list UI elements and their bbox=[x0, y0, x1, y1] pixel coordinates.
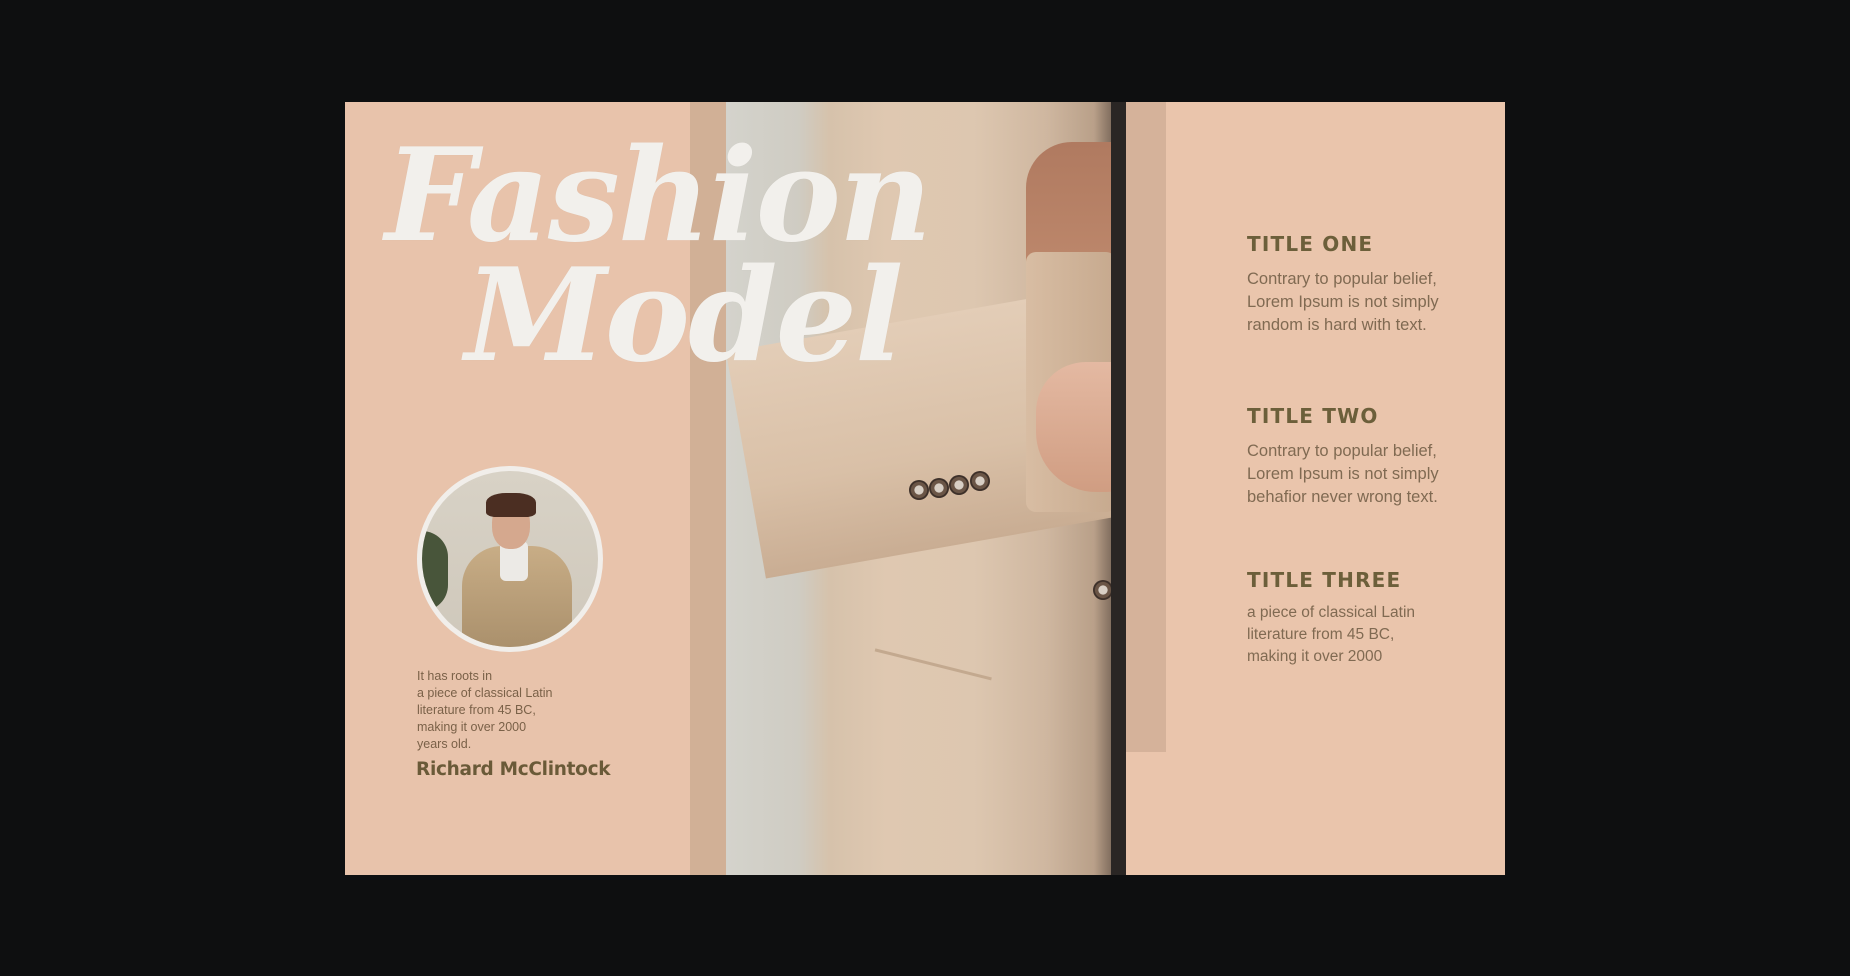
section-body: Contrary to popular belief, Lorem Ipsum … bbox=[1247, 268, 1467, 337]
coat-button bbox=[949, 475, 969, 495]
hair-shape bbox=[486, 493, 536, 517]
section-line: literature from 45 BC, bbox=[1247, 626, 1395, 643]
section-line: behafior never wrong text. bbox=[1247, 488, 1438, 506]
coat-button bbox=[1093, 580, 1113, 600]
coat-button bbox=[929, 478, 949, 498]
section-line: Lorem Ipsum is not simply bbox=[1247, 293, 1439, 311]
bio-line: a piece of classical Latin bbox=[417, 686, 553, 700]
section-line: making it over 2000 bbox=[1247, 648, 1383, 665]
avatar bbox=[417, 466, 603, 652]
bio-line: It has roots in bbox=[417, 669, 493, 683]
section-body: Contrary to popular belief, Lorem Ipsum … bbox=[1247, 440, 1467, 509]
bio-line: making it over 2000 bbox=[417, 720, 527, 734]
avatar-photo bbox=[422, 471, 598, 647]
bio-line: literature from 45 BC, bbox=[417, 703, 536, 717]
section-line: Contrary to popular belief, bbox=[1247, 270, 1437, 288]
profile-bio: It has roots in a piece of classical Lat… bbox=[417, 668, 577, 753]
section-title: TITLE TWO bbox=[1247, 404, 1379, 428]
section-title: TITLE ONE bbox=[1247, 232, 1374, 256]
section-title: TITLE THREE bbox=[1247, 568, 1402, 592]
coat-button bbox=[909, 480, 929, 500]
bio-line: years old. bbox=[417, 737, 472, 751]
section-two: TITLE TWO Contrary to popular belief, Lo… bbox=[1247, 404, 1467, 509]
section-body: a piece of classical Latin literature fr… bbox=[1247, 602, 1467, 668]
section-one: TITLE ONE Contrary to popular belief, Lo… bbox=[1247, 232, 1467, 337]
coat-button bbox=[970, 471, 990, 491]
brochure-spread: Fashion Model It has roots in a piece of… bbox=[345, 102, 1505, 875]
profile-name: Richard McClintock bbox=[416, 759, 611, 780]
photo-shadow bbox=[1111, 102, 1126, 875]
section-line: Lorem Ipsum is not simply bbox=[1247, 465, 1439, 483]
section-line: Contrary to popular belief, bbox=[1247, 442, 1437, 460]
section-line: random is hard with text. bbox=[1247, 316, 1427, 334]
section-line: a piece of classical Latin bbox=[1247, 604, 1416, 621]
section-three: TITLE THREE a piece of classical Latin l… bbox=[1247, 568, 1467, 668]
headline-line-2: Model bbox=[465, 241, 904, 391]
pocket-flap bbox=[860, 648, 992, 739]
plant-shape bbox=[422, 531, 448, 611]
